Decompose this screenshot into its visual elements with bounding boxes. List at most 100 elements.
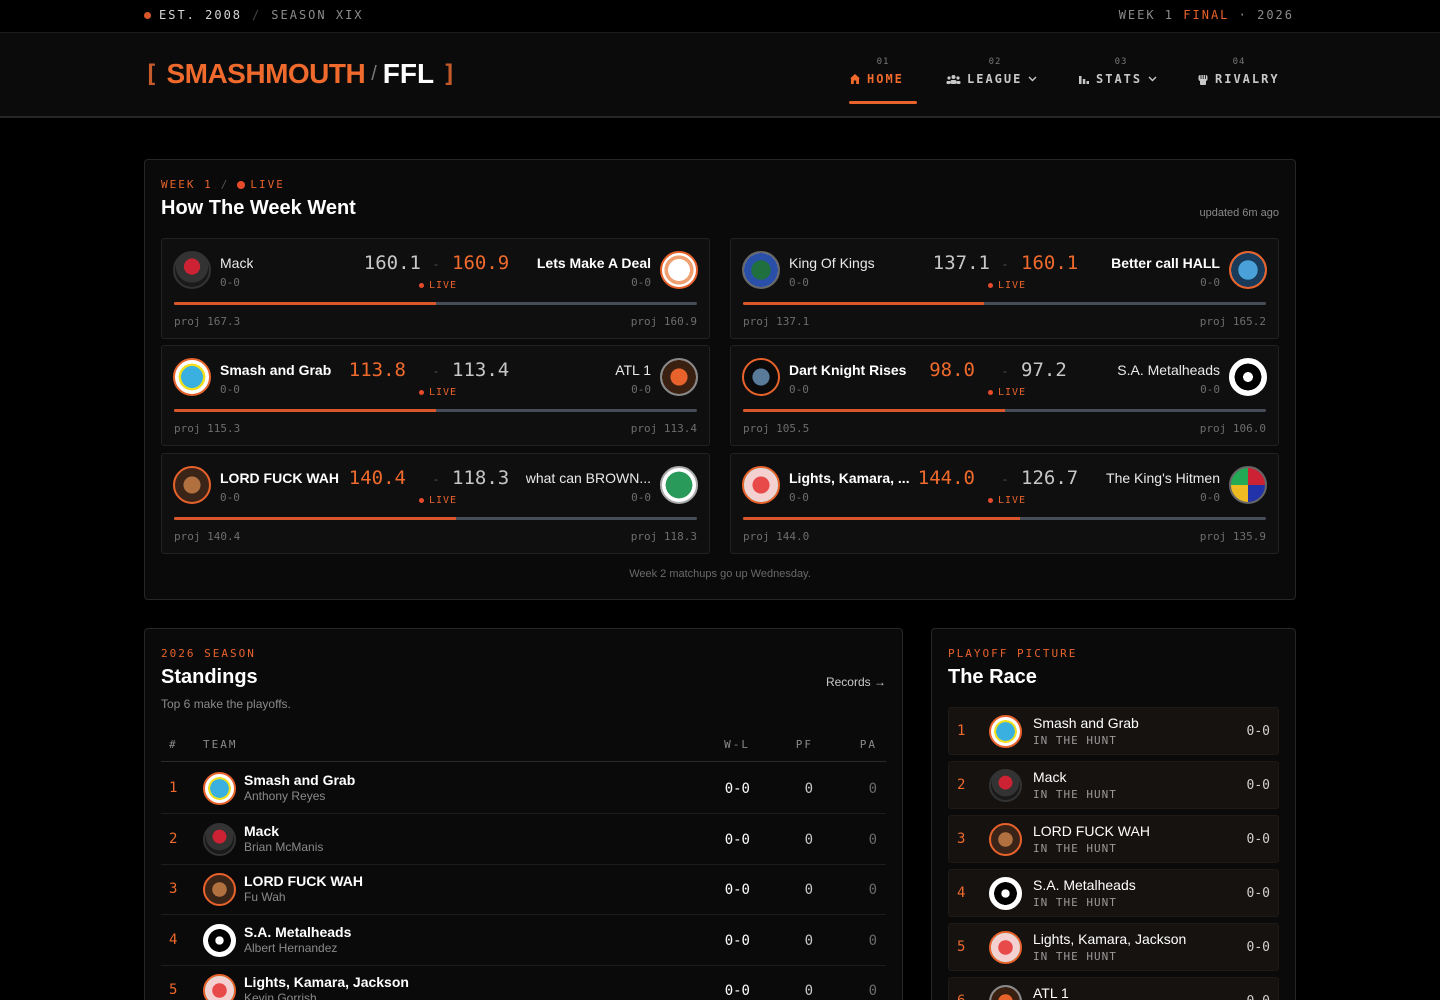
away-projection: proj 106.0: [1199, 422, 1266, 435]
score-dash: -: [1003, 364, 1007, 378]
records-link[interactable]: Records →: [826, 675, 886, 689]
rank: 2: [957, 777, 966, 793]
race-row[interactable]: 6 ATL 1 IN THE HUNT 0-0: [948, 977, 1279, 1000]
away-team-name: Lets Make A Deal: [536, 255, 651, 271]
team-name[interactable]: S.A. Metalheads: [244, 924, 351, 940]
away-score: 160.9: [452, 252, 510, 274]
home-projection: proj 167.3: [174, 315, 241, 328]
home-projection: proj 137.1: [743, 315, 810, 328]
live-label: LIVE: [998, 495, 1027, 506]
standings-row[interactable]: 2 Mack Brian McManis 0-0 0 0: [161, 814, 886, 865]
site-logo[interactable]: [ SMASHMOUTH / FFL ]: [144, 58, 457, 90]
rank: 6: [957, 993, 965, 1000]
away-team-name: what can BROWN...: [525, 470, 651, 486]
live-indicator: LIVE: [988, 387, 1026, 398]
nav-league[interactable]: 02 LEAGUE: [946, 57, 1044, 86]
owner-name: Brian McManis: [244, 839, 324, 854]
score-dash: -: [434, 257, 438, 271]
standings-row[interactable]: 3 LORD FUCK WAH Fu Wah 0-0 0 0: [161, 864, 886, 915]
rank: 5: [169, 982, 178, 998]
nav-rivalry[interactable]: 04 RIVALRY: [1197, 57, 1281, 86]
team-name: Mack: [1033, 769, 1067, 785]
away-score: 126.7: [1021, 467, 1079, 489]
team-name: ATL 1: [1033, 985, 1069, 1000]
live-dot: [237, 180, 246, 189]
team-avatar: [989, 823, 1022, 856]
nav-number: 02: [988, 57, 1002, 67]
team-record: 0-0: [1246, 724, 1270, 739]
team-avatar: [203, 772, 236, 805]
score-dash: -: [1003, 257, 1007, 271]
away-team-record: 0-0: [1200, 491, 1220, 504]
home-projection: proj 105.5: [743, 422, 810, 435]
team-name[interactable]: Lights, Kamara, Jackson: [244, 974, 409, 990]
standings-row[interactable]: 5 Lights, Kamara, Jackson Kevin Gorrish …: [161, 965, 886, 1000]
owner-name: Fu Wah: [244, 890, 286, 904]
col-pf[interactable]: PF: [796, 738, 813, 751]
win-probability-bar: [743, 517, 1266, 520]
col-pa[interactable]: PA: [860, 738, 877, 751]
matchup-card[interactable]: Dart Knight Rises 0-0 98.0 - 97.2 LIVE S…: [730, 345, 1279, 446]
week-panel: WEEK 1 / LIVE How The Week Went updated …: [144, 159, 1296, 600]
live-label: LIVE: [429, 387, 458, 398]
logo-brand: SMASHMOUTH: [166, 58, 366, 89]
col-wl[interactable]: W-L: [724, 738, 750, 751]
team-name[interactable]: Smash and Grab: [244, 772, 355, 788]
week-number: WEEK 1: [161, 178, 213, 191]
away-score: 97.2: [1021, 359, 1067, 381]
team-name: Lights, Kamara, Jackson: [1033, 931, 1187, 947]
win-probability-bar: [174, 302, 697, 305]
race-row[interactable]: 4 S.A. Metalheads IN THE HUNT 0-0: [948, 869, 1279, 917]
team-record: 0-0: [1246, 778, 1270, 793]
away-projection: proj 165.2: [1199, 315, 1266, 328]
logo-bracket-close: ]: [442, 60, 457, 88]
points-for: 0: [804, 781, 813, 797]
chevron-down-icon: [1028, 76, 1037, 82]
matchup-card[interactable]: Smash and Grab 0-0 113.8 - 113.4 LIVE AT…: [161, 345, 710, 446]
playoff-status: IN THE HUNT: [1033, 896, 1117, 909]
away-projection: proj 160.9: [630, 315, 697, 328]
matchup-card[interactable]: Lights, Kamara, ... 0-0 144.0 - 126.7 LI…: [730, 453, 1279, 554]
win-probability-fill: [174, 409, 436, 412]
race-row[interactable]: 2 Mack IN THE HUNT 0-0: [948, 761, 1279, 809]
win-loss: 0-0: [724, 983, 750, 999]
race-row[interactable]: 5 Lights, Kamara, Jackson IN THE HUNT 0-…: [948, 923, 1279, 971]
team-record: 0-0: [1246, 940, 1270, 955]
away-team-record: 0-0: [1200, 383, 1220, 396]
matchup-card[interactable]: LORD FUCK WAH 0-0 140.4 - 118.3 LIVE wha…: [161, 453, 710, 554]
race-row[interactable]: 1 Smash and Grab IN THE HUNT 0-0: [948, 707, 1279, 755]
live-indicator: LIVE: [419, 280, 457, 291]
top-strip: EST. 2008 / SEASON XIX WEEK 1 FINAL · 20…: [0, 0, 1440, 33]
points-against: 0: [868, 983, 877, 999]
team-avatar: [989, 769, 1022, 802]
live-dot: [419, 498, 424, 503]
week-title: How The Week Went: [161, 197, 356, 219]
rank: 5: [957, 939, 966, 955]
points-against: 0: [868, 882, 877, 898]
team-record: 0-0: [1247, 994, 1270, 1000]
nav-home[interactable]: 01 HOME: [849, 57, 917, 104]
nav-stats[interactable]: 03 STATS: [1078, 57, 1164, 86]
owner-name: Anthony Reyes: [244, 789, 326, 803]
race-row[interactable]: 3 LORD FUCK WAH IN THE HUNT 0-0: [948, 815, 1279, 863]
win-probability-fill: [743, 409, 1005, 412]
away-team-name: Better call HALL: [1111, 255, 1220, 271]
col-rank[interactable]: #: [169, 738, 178, 751]
win-probability-bar: [174, 409, 697, 412]
matchup-card[interactable]: Mack 0-0 160.1 - 160.9 LIVE Lets Make A …: [161, 238, 710, 339]
week-label: WEEK 1: [1118, 8, 1175, 22]
points-against: 0: [868, 831, 877, 848]
team-name[interactable]: Mack: [244, 823, 279, 839]
standings-row[interactable]: 4 S.A. Metalheads Albert Hernandez 0-0 0…: [161, 915, 886, 966]
updated-time: updated 6m ago: [1199, 207, 1279, 219]
away-projection: proj 113.4: [630, 422, 697, 435]
win-probability-fill: [174, 517, 457, 520]
nav-number: 01: [876, 57, 890, 67]
matchup-card[interactable]: King Of Kings 0-0 137.1 - 160.1 LIVE Bet…: [730, 238, 1279, 339]
standings-title: Standings: [161, 666, 258, 688]
away-projection: proj 118.3: [630, 530, 697, 543]
col-team[interactable]: TEAM: [203, 738, 238, 751]
standings-row[interactable]: 1 Smash and Grab Anthony Reyes 0-0 0 0: [161, 763, 886, 814]
team-name[interactable]: LORD FUCK WAH: [244, 873, 363, 889]
site-header: [ SMASHMOUTH / FFL ] 01 HOME 02 LEAGUE 0…: [0, 33, 1440, 118]
